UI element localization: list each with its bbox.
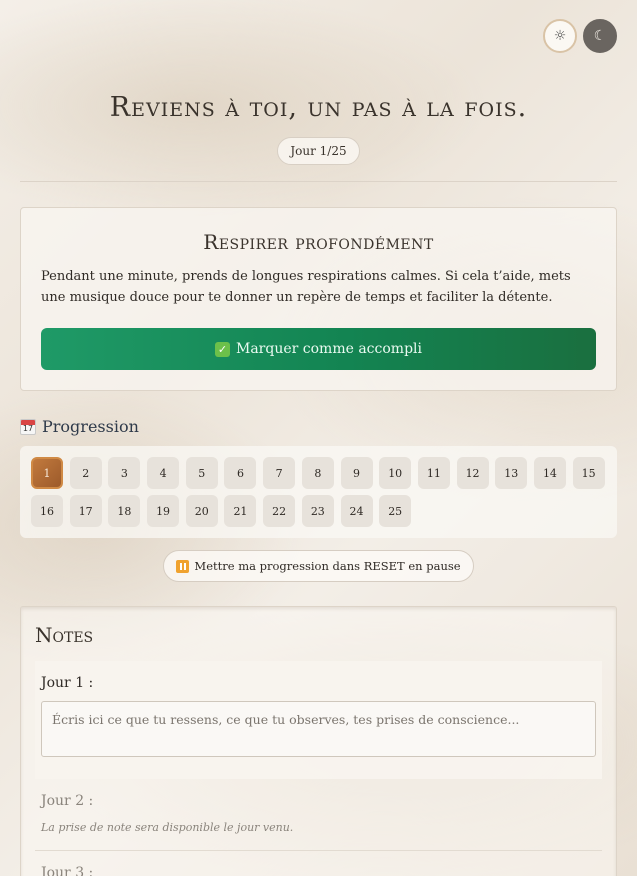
note-entry-day-3: Jour 3 : [35, 851, 602, 876]
task-title: Respirer profondément [203, 230, 434, 254]
day-18[interactable]: 18 [108, 495, 141, 527]
locked-note-message: La prise de note sera disponible le jour… [41, 821, 294, 834]
moon-icon: ☾ [593, 28, 607, 44]
notes-title: Notes [35, 623, 94, 647]
pause-label: Mettre ma progression dans RESET en paus… [194, 559, 461, 573]
day-11[interactable]: 11 [417, 457, 450, 489]
day-5[interactable]: 5 [185, 457, 218, 489]
day-badge: Jour 1/25 [277, 137, 360, 165]
pause-progress-button[interactable]: Mettre ma progression dans RESET en paus… [163, 550, 474, 582]
progress-heading: 17 Progression [20, 417, 617, 436]
notes-section: Notes Jour 1 : Jour 2 : La prise de note… [20, 606, 617, 876]
note-input-day-1[interactable] [41, 701, 596, 757]
day-16[interactable]: 16 [31, 495, 63, 527]
day-21[interactable]: 21 [224, 495, 257, 527]
day-15[interactable]: 15 [572, 457, 605, 489]
day-23[interactable]: 23 [301, 495, 334, 527]
note-label: Jour 3 : [41, 865, 94, 876]
day-24[interactable]: 24 [340, 495, 373, 527]
day-2[interactable]: 2 [69, 457, 102, 489]
light-mode-toggle[interactable]: ☼ [543, 19, 577, 53]
day-12[interactable]: 12 [456, 457, 489, 489]
day-9[interactable]: 9 [340, 457, 373, 489]
mark-done-label: Marquer comme accompli [236, 341, 422, 357]
sun-icon: ☼ [553, 28, 567, 44]
day-17[interactable]: 17 [69, 495, 102, 527]
page-title: Reviens à toi, un pas à la fois. [109, 92, 528, 123]
calendar-icon: 17 [20, 418, 36, 435]
day-8[interactable]: 8 [301, 457, 334, 489]
dark-mode-toggle[interactable]: ☾ [583, 19, 617, 53]
note-label: Jour 1 : [41, 675, 94, 691]
header-divider [20, 181, 617, 182]
mark-done-button[interactable]: ✓ Marquer comme accompli [41, 328, 596, 370]
progress-title: Progression [42, 417, 139, 436]
theme-toggles: ☼ ☾ [543, 19, 617, 53]
check-icon: ✓ [215, 341, 230, 357]
day-22[interactable]: 22 [263, 495, 296, 527]
note-entry-day-2: Jour 2 : La prise de note sera disponibl… [35, 779, 602, 851]
day-10[interactable]: 10 [379, 457, 412, 489]
day-19[interactable]: 19 [147, 495, 180, 527]
day-14[interactable]: 14 [533, 457, 566, 489]
day-25[interactable]: 25 [379, 495, 412, 527]
day-13[interactable]: 13 [495, 457, 528, 489]
day-7[interactable]: 7 [263, 457, 296, 489]
page-header: Reviens à toi, un pas à la fois. Jour 1/… [0, 0, 637, 165]
task-card: Respirer profondément Pendant une minute… [20, 207, 617, 391]
note-entry-day-1: Jour 1 : [35, 661, 602, 779]
day-6[interactable]: 6 [224, 457, 257, 489]
note-label: Jour 2 : [41, 793, 94, 809]
day-4[interactable]: 4 [147, 457, 180, 489]
day-20[interactable]: 20 [185, 495, 218, 527]
task-description: Pendant une minute, prends de longues re… [41, 269, 571, 305]
pause-icon [176, 559, 190, 573]
day-3[interactable]: 3 [108, 457, 141, 489]
day-1[interactable]: 1 [31, 457, 63, 489]
day-grid: 1 2 3 4 5 6 7 8 9 10 11 12 13 14 15 16 17 18 19 20 21 22 23 24 2… [20, 446, 617, 538]
